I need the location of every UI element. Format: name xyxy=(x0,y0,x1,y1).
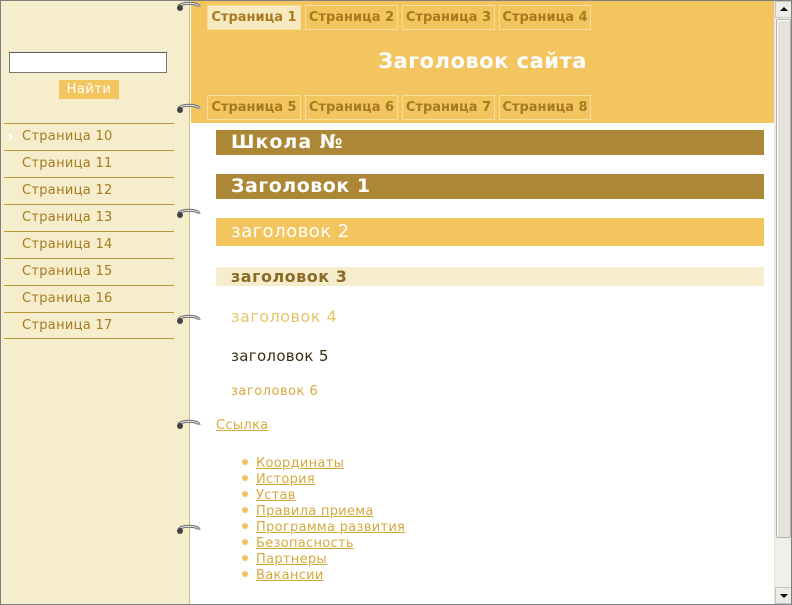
tab-page-2[interactable]: Страница 2 xyxy=(305,5,398,30)
link-charter[interactable]: Устав xyxy=(256,488,296,503)
list-item: Устав xyxy=(239,486,405,503)
list-item: Координаты xyxy=(239,454,405,471)
link-history[interactable]: История xyxy=(256,472,315,487)
sidebar-item-label[interactable]: Страница 16 xyxy=(4,286,174,312)
tab-page-8[interactable]: Страница 8 xyxy=(499,95,591,120)
heading-3: заголовок 3 xyxy=(216,267,764,286)
list-item: Правила приема xyxy=(239,502,405,519)
tab-page-3[interactable]: Страница 3 xyxy=(402,5,495,30)
link-coordinates[interactable]: Координаты xyxy=(256,456,344,471)
notebook-ring-icon xyxy=(177,1,201,11)
heading-6: заголовок 6 xyxy=(231,384,319,399)
heading-2: заголовок 2 xyxy=(216,218,764,246)
links-list: Координаты История Устав Правила приема … xyxy=(239,454,405,583)
link-development-program[interactable]: Программа развития xyxy=(256,520,405,535)
sidebar-item-page-10[interactable]: Страница 10 xyxy=(4,123,174,150)
main-link[interactable]: Ссылка xyxy=(216,418,268,433)
list-item: Вакансии xyxy=(239,566,405,583)
list-item: История xyxy=(239,470,405,487)
arrow-down-icon[interactable] xyxy=(775,587,791,604)
tab-page-1[interactable]: Страница 1 xyxy=(207,5,301,30)
school-heading: Школа № xyxy=(216,130,764,155)
notebook-ring-icon xyxy=(177,524,201,534)
tab-page-4[interactable]: Страница 4 xyxy=(499,5,591,30)
notebook-ring-icon xyxy=(177,208,201,218)
search-button[interactable]: Найти xyxy=(59,80,119,99)
link-vacancies[interactable]: Вакансии xyxy=(256,568,324,583)
scrollbar-thumb[interactable] xyxy=(776,19,791,538)
browser-viewport: Найти Страница 10 Страница 11 Страница 1… xyxy=(0,0,792,605)
list-item: Программа развития xyxy=(239,518,405,535)
sidebar-item-label[interactable]: Страница 17 xyxy=(4,313,174,339)
heading-5: заголовок 5 xyxy=(231,347,329,365)
site-header: Страница 1 Страница 2 Страница 3 Страниц… xyxy=(191,1,774,123)
heading-4: заголовок 4 xyxy=(231,307,338,326)
sidebar-item-page-17[interactable]: Страница 17 xyxy=(4,312,174,339)
tab-page-5[interactable]: Страница 5 xyxy=(207,95,301,120)
tab-page-6[interactable]: Страница 6 xyxy=(305,95,398,120)
sidebar-item-label[interactable]: Страница 15 xyxy=(4,259,174,285)
sidebar-item-label[interactable]: Страница 11 xyxy=(4,151,174,177)
list-item: Партнеры xyxy=(239,550,405,567)
notebook-ring-icon xyxy=(177,103,201,113)
sidebar-item-page-12[interactable]: Страница 12 xyxy=(4,177,174,204)
sidebar-nav: Страница 10 Страница 11 Страница 12 Стра… xyxy=(4,123,174,339)
sidebar-item-label[interactable]: Страница 12 xyxy=(4,178,174,204)
sidebar-item-page-11[interactable]: Страница 11 xyxy=(4,150,174,177)
notebook-ring-icon xyxy=(177,419,201,429)
search-input[interactable] xyxy=(9,52,167,73)
sidebar-item-label[interactable]: Страница 14 xyxy=(4,232,174,258)
left-sidebar: Найти Страница 10 Страница 11 Страница 1… xyxy=(1,1,190,604)
notebook-ring-icon xyxy=(177,314,201,324)
vertical-scrollbar[interactable] xyxy=(774,1,791,604)
link-partners[interactable]: Партнеры xyxy=(256,552,327,567)
site-title: Заголовок сайта xyxy=(378,49,587,73)
sidebar-item-label[interactable]: Страница 13 xyxy=(4,205,174,231)
sidebar-item-page-14[interactable]: Страница 14 xyxy=(4,231,174,258)
sidebar-item-page-15[interactable]: Страница 15 xyxy=(4,258,174,285)
heading-1: Заголовок 1 xyxy=(216,174,764,199)
main-content: Школа № Заголовок 1 заголовок 2 заголово… xyxy=(191,123,774,604)
link-safety[interactable]: Безопасность xyxy=(256,536,354,551)
sidebar-item-page-13[interactable]: Страница 13 xyxy=(4,204,174,231)
sidebar-item-page-16[interactable]: Страница 16 xyxy=(4,285,174,312)
link-admission-rules[interactable]: Правила приема xyxy=(256,504,374,519)
tab-page-7[interactable]: Страница 7 xyxy=(402,95,495,120)
sidebar-item-label[interactable]: Страница 10 xyxy=(4,124,174,150)
list-item: Безопасность xyxy=(239,534,405,551)
arrow-up-icon[interactable] xyxy=(775,1,791,18)
